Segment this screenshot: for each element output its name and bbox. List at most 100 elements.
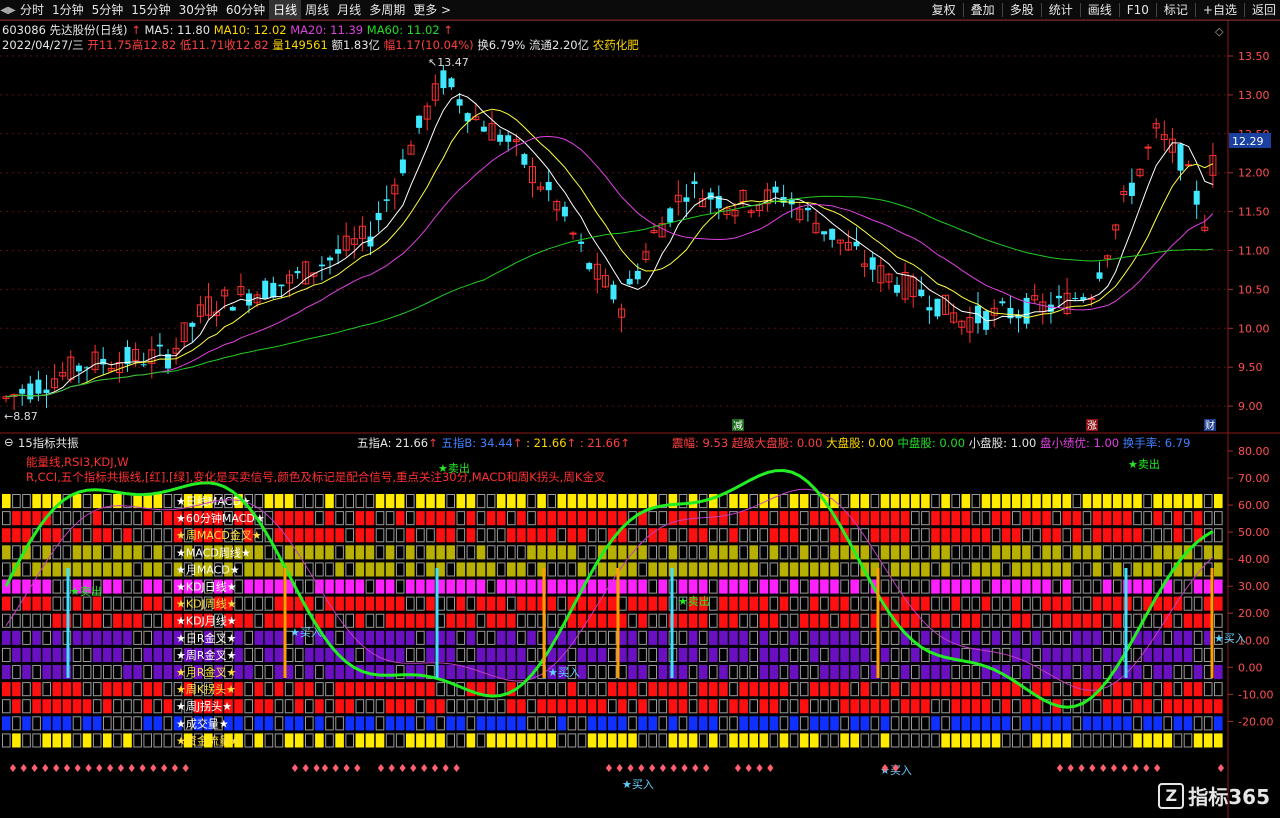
period-tab[interactable]: 15分钟 — [127, 0, 174, 20]
grid-cell-on — [153, 545, 163, 560]
grid-cell-on — [719, 596, 728, 611]
grid-cell-on — [426, 511, 435, 526]
candle-body-down — [229, 306, 236, 311]
grid-cell-off — [244, 716, 253, 731]
toolbar-button[interactable]: 画线 — [1084, 0, 1116, 20]
grid-cell-on — [850, 699, 859, 714]
grid-cell-on — [830, 511, 839, 526]
period-tab[interactable]: 日线 — [269, 0, 302, 20]
period-tab[interactable]: 月线 — [333, 0, 365, 20]
grid-cell-off — [648, 699, 658, 714]
grid-cell-on — [698, 528, 708, 543]
grid-cell-off — [476, 494, 486, 509]
grid-cell-on — [597, 579, 607, 594]
toolbar-button[interactable]: 标记 — [1160, 0, 1192, 20]
period-tab[interactable]: 60分钟 — [222, 0, 269, 20]
grid-cell-on — [1062, 596, 1072, 611]
grid-cell-on — [113, 494, 122, 509]
grid-cell-on — [496, 596, 506, 611]
candle-body-up — [755, 204, 763, 211]
grid-cell-on — [62, 699, 72, 714]
grid-cell-on — [153, 716, 163, 731]
grid-cell-on — [931, 716, 940, 731]
grid-cell-off — [1173, 579, 1183, 594]
grid-cell-on — [42, 528, 51, 543]
grid-cell-on — [335, 647, 344, 662]
up-arrow-icon: ↑ — [566, 436, 577, 450]
toolbar-button[interactable]: 叠加 — [967, 0, 999, 20]
candle-body-down — [1047, 304, 1054, 312]
candle-body-up — [812, 222, 820, 234]
up-arrow-icon: ↑ — [443, 23, 453, 37]
toolbar-button[interactable]: F10 — [1123, 0, 1153, 20]
period-tab[interactable]: 1分钟 — [48, 0, 88, 20]
grid-cell-off — [62, 528, 72, 543]
grid-cell-on — [830, 716, 839, 731]
grid-cell-off — [1072, 733, 1082, 748]
grid-cell-on — [739, 716, 748, 731]
grid-cell-on — [547, 665, 556, 680]
toolbar-button[interactable]: 返回 — [1248, 0, 1280, 20]
indicator-name[interactable]: 15指标共振 — [18, 435, 79, 451]
grid-cell-off — [971, 596, 981, 611]
up-arrow-icon: ↑ — [620, 436, 630, 450]
toolbar-button[interactable]: 多股 — [1006, 0, 1038, 20]
grid-cell-on — [991, 630, 1001, 645]
candle-body-down — [561, 206, 568, 217]
grid-cell-on — [92, 647, 102, 662]
grid-cell-on — [507, 613, 516, 628]
ind-tick-label: 30.00 — [1238, 580, 1270, 593]
grid-cell-on — [72, 562, 82, 577]
period-tab[interactable]: 多周期 — [365, 0, 409, 20]
grid-cell-on — [729, 647, 738, 662]
grid-cell-off — [42, 630, 52, 645]
grid-cell-on — [951, 579, 960, 594]
quote-sector[interactable]: 农药化肥 — [593, 38, 639, 52]
grid-cell-on — [385, 699, 395, 714]
grid-cell-on — [123, 630, 132, 645]
grid-cell-on — [173, 596, 183, 611]
grid-cell-off — [577, 630, 587, 645]
grid-cell-on — [1143, 579, 1152, 594]
toolbar-button[interactable]: 复权 — [928, 0, 960, 20]
grid-cell-off — [779, 579, 789, 594]
grid-cell-on — [840, 613, 849, 628]
grid-cell-on — [648, 528, 657, 543]
grid-cell-on — [254, 579, 264, 594]
period-tab[interactable]: 5分钟 — [88, 0, 128, 20]
grid-cell-on — [365, 716, 375, 731]
grid-cell-on — [416, 579, 425, 594]
period-tab[interactable]: 分时 — [16, 0, 48, 20]
grid-cell-on — [840, 699, 849, 714]
grid-cell-off — [406, 647, 415, 663]
grid-cell-on — [22, 545, 31, 560]
toolbar-button[interactable]: 统计 — [1045, 0, 1077, 20]
grid-cell-on — [2, 682, 11, 697]
period-tab[interactable]: 周线 — [301, 0, 333, 20]
collapse-icon[interactable]: ⊖ — [4, 435, 14, 449]
chart-canvas[interactable]: 13.5013.0012.5012.0011.5011.0010.5010.00… — [0, 0, 1280, 818]
grid-cell-on — [739, 630, 748, 645]
grid-cell-on — [315, 545, 324, 560]
quote-line: 2022/04/27/三 开11.75高12.82 低11.71收12.82 量… — [2, 37, 639, 53]
period-tab[interactable]: 30分钟 — [175, 0, 222, 20]
diamond-signal-icon: ♦ — [1109, 762, 1119, 775]
grid-cell-on — [2, 630, 11, 645]
candle-body-up — [132, 348, 140, 361]
expand-arrows-icon[interactable]: ◀▶ — [0, 5, 16, 16]
grid-cell-off — [163, 545, 173, 560]
grid-cell-on — [103, 579, 112, 594]
grid-cell-on — [1102, 716, 1112, 731]
grid-cell-on — [840, 733, 849, 748]
grid-cell-on — [446, 665, 455, 680]
period-tab[interactable]: 更多 > — [409, 0, 455, 20]
candle-body-down — [262, 280, 269, 299]
grid-cell-on — [406, 682, 415, 697]
toolbar-button[interactable]: +自选 — [1199, 0, 1241, 20]
grid-cell-on — [1203, 699, 1213, 714]
grid-cell-off — [1032, 647, 1041, 663]
grid-cell-on — [466, 494, 476, 509]
grid-cell-on — [315, 613, 324, 628]
grid-cell-on — [1052, 716, 1061, 731]
grid-cell-on — [32, 511, 41, 526]
